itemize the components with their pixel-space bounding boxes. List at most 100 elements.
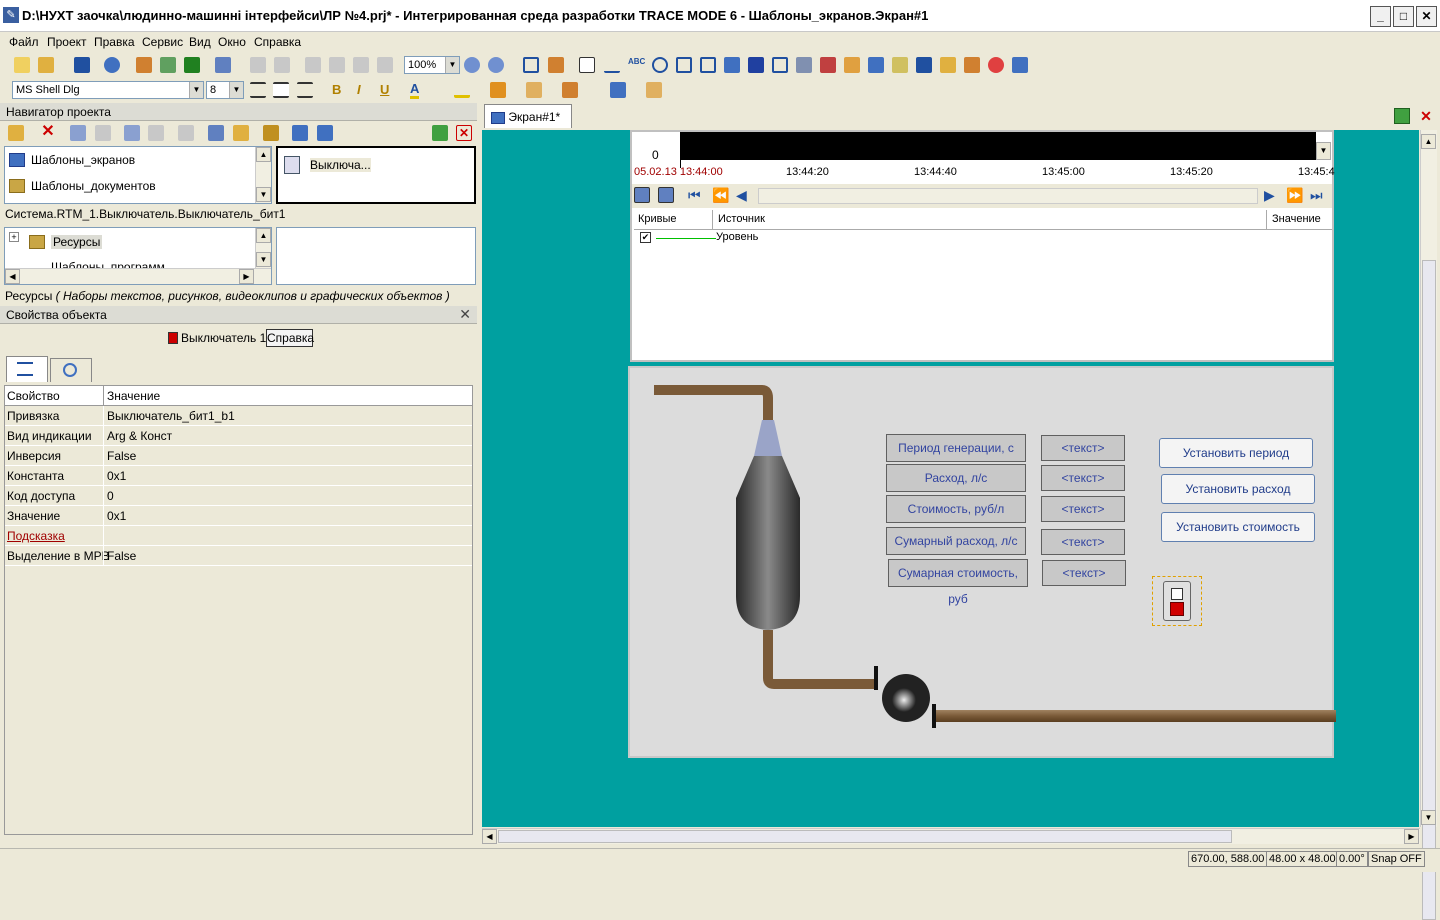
copy-icon[interactable] (329, 57, 345, 73)
compile-icon[interactable] (215, 57, 231, 73)
scroll-down-icon[interactable]: ▼ (256, 252, 271, 267)
scroll-up-icon[interactable]: ▲ (256, 228, 271, 243)
set-cost-button[interactable]: Установить стоимость (1161, 512, 1315, 542)
property-value[interactable]: Arg & Конст (107, 429, 172, 443)
move-icon[interactable] (178, 125, 194, 141)
paste-icon[interactable] (353, 57, 369, 73)
redo-icon[interactable] (95, 125, 111, 141)
trend-view-icon[interactable] (634, 187, 650, 203)
delete-x-icon[interactable]: ✕ (40, 124, 56, 141)
scroll-right-icon[interactable]: ▶ (239, 269, 254, 284)
canvas-vscroll[interactable]: ▲ ▼ (1420, 130, 1437, 920)
tree-bottom-hscroll[interactable]: ◀ ▶ (5, 268, 271, 284)
property-value[interactable]: 0x1 (107, 469, 126, 483)
mimic-scene[interactable]: Период генерации, с Расход, л/с Стоимост… (628, 366, 1336, 758)
trend-widget[interactable]: 0 ▼ 05.02.13 13:44:00 13:44:20 13:44:40 … (630, 130, 1335, 362)
zoom-in-icon[interactable] (464, 57, 480, 73)
add-icon[interactable] (8, 125, 24, 141)
menu-service[interactable]: Сервис (142, 35, 183, 49)
underline-button[interactable]: U (380, 82, 389, 97)
gauge-icon[interactable] (796, 57, 812, 73)
close-panel-icon[interactable]: ✕ (456, 125, 472, 141)
set-flow-button[interactable]: Установить расход (1161, 474, 1315, 504)
property-row[interactable]: Привязка Выключатель_бит1_b1 (5, 406, 472, 426)
runner-icon[interactable] (160, 57, 176, 73)
step-forward-icon[interactable]: ▶ (1264, 187, 1275, 204)
scroll-up-icon[interactable]: ▲ (256, 147, 271, 162)
property-value[interactable]: False (107, 549, 136, 563)
font-color-button[interactable]: A (410, 81, 420, 99)
zoom-out-icon[interactable] (488, 57, 504, 73)
report-icon[interactable] (940, 57, 956, 73)
line-style-icon[interactable] (562, 82, 578, 98)
property-row[interactable]: Код доступа 0 (5, 486, 472, 506)
scroll-down-icon[interactable]: ▼ (1421, 810, 1436, 825)
first-page-icon[interactable]: ⏮ (688, 187, 701, 204)
curve-checkbox[interactable]: ✔ (640, 232, 651, 243)
button-ok-icon[interactable] (772, 57, 788, 73)
line-icon[interactable] (604, 57, 620, 73)
pattern-icon[interactable] (526, 82, 542, 98)
undo-icon[interactable] (70, 125, 86, 141)
table-icon[interactable] (892, 57, 908, 73)
scroll-left-icon[interactable]: ◀ (482, 829, 497, 844)
expand-plus-icon[interactable]: + (9, 232, 19, 242)
trend-legend-row[interactable]: ✔ Уровень (634, 230, 1332, 248)
trend-settings-icon[interactable] (658, 187, 674, 203)
canvas-hscroll[interactable]: ◀ ▶ (482, 828, 1420, 844)
polygon-icon[interactable] (700, 57, 716, 73)
menu-help[interactable]: Справка (254, 35, 301, 49)
align-icon[interactable] (1012, 57, 1028, 73)
list-icon[interactable] (916, 57, 932, 73)
property-row[interactable]: Константа 0x1 (5, 466, 472, 486)
tool-icon[interactable] (548, 57, 564, 73)
font-size-select[interactable]: 8 ▼ (206, 81, 244, 99)
close-button[interactable]: ✕ (1416, 6, 1437, 27)
maximize-button[interactable]: □ (1393, 6, 1414, 27)
property-row[interactable]: Вид индикации Arg & Конст (5, 426, 472, 446)
delete-icon[interactable] (377, 57, 393, 73)
property-row[interactable]: Инверсия False (5, 446, 472, 466)
zoom-select[interactable]: 100% ▼ (404, 56, 460, 74)
hist-icon[interactable] (964, 57, 980, 73)
new-window-icon[interactable] (432, 125, 448, 141)
redo-icon[interactable] (274, 57, 290, 73)
debug-bug-icon[interactable] (184, 57, 200, 73)
property-value[interactable]: False (107, 449, 136, 463)
trend-icon[interactable] (844, 57, 860, 73)
scroll-thumb[interactable] (498, 830, 1232, 843)
tab-screen1[interactable]: Экран#1* (484, 104, 572, 128)
screen-canvas[interactable]: 0 ▼ 05.02.13 13:44:00 13:44:20 13:44:40 … (482, 130, 1419, 827)
text-abc-icon[interactable]: ABC (628, 57, 645, 73)
last-page-icon[interactable]: ⏭ (1310, 187, 1323, 204)
align-right-icon[interactable] (297, 82, 313, 98)
chart-icon[interactable] (820, 57, 836, 73)
tree-item-doc-templates[interactable]: Шаблоны_документов (9, 179, 156, 193)
trend-hscroll[interactable] (758, 188, 1258, 204)
fill-color-icon[interactable] (490, 82, 506, 98)
status-snap[interactable]: Snap OFF (1368, 851, 1425, 867)
info-icon[interactable] (104, 57, 120, 73)
pie-icon[interactable] (988, 57, 1004, 73)
tree-icon[interactable] (292, 125, 308, 141)
fast-back-icon[interactable]: ⏪ (712, 187, 729, 204)
help-button[interactable]: Справка (266, 329, 314, 347)
refresh-icon[interactable] (1394, 108, 1410, 124)
fit-window-icon[interactable] (523, 57, 539, 73)
list-view-icon[interactable] (317, 125, 333, 141)
shadow-icon[interactable] (610, 82, 626, 98)
rectangle-icon[interactable] (676, 57, 692, 73)
minimize-button[interactable]: _ (1370, 6, 1391, 27)
font-name-select[interactable]: MS Shell Dlg ▼ (12, 81, 204, 99)
property-value[interactable]: 0 (107, 489, 114, 503)
list-item-switch[interactable]: Выключа... (310, 158, 371, 172)
italic-button[interactable]: I (357, 82, 361, 97)
copy-icon[interactable] (124, 125, 140, 141)
cut-icon[interactable] (305, 57, 321, 73)
tree-item-resources[interactable]: Ресурсы (29, 235, 103, 249)
select-pointer-icon[interactable] (579, 57, 595, 73)
close-doc-icon[interactable]: ✕ (1418, 108, 1434, 124)
property-value[interactable]: 0x1 (107, 509, 126, 523)
tab-properties[interactable] (6, 356, 48, 382)
property-row[interactable]: Значение 0x1 (5, 506, 472, 526)
